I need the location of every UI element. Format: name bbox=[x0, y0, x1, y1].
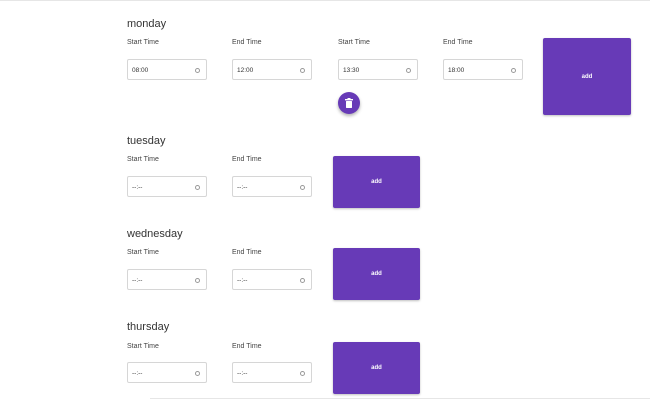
clock-icon[interactable] bbox=[511, 68, 516, 73]
clock-icon[interactable] bbox=[300, 68, 305, 73]
end-time-label: End Time bbox=[443, 39, 473, 46]
start-time-input[interactable]: 08:00 bbox=[127, 59, 207, 80]
day-thursday: thursday Start Time --:-- End Time --:--… bbox=[127, 321, 647, 399]
clock-icon[interactable] bbox=[300, 278, 305, 283]
end-time-input[interactable]: --:-- bbox=[232, 362, 312, 383]
time-value: 18:00 bbox=[448, 67, 465, 74]
time-value: --:-- bbox=[237, 277, 248, 284]
day-wednesday: wednesday Start Time --:-- End Time --:-… bbox=[127, 228, 647, 308]
time-value: --:-- bbox=[237, 370, 248, 377]
clock-icon[interactable] bbox=[195, 371, 200, 376]
delete-slot-button[interactable] bbox=[338, 92, 360, 114]
time-value: 12:00 bbox=[237, 67, 254, 74]
add-button[interactable]: add bbox=[333, 248, 420, 300]
add-button[interactable]: add bbox=[333, 342, 420, 394]
day-title: monday bbox=[127, 18, 167, 30]
start-time-label: Start Time bbox=[338, 39, 370, 46]
start-time-label: Start Time bbox=[127, 343, 159, 350]
clock-icon[interactable] bbox=[195, 185, 200, 190]
start-time-input[interactable]: --:-- bbox=[127, 362, 207, 383]
time-value: 08:00 bbox=[132, 67, 149, 74]
time-value: --:-- bbox=[132, 370, 143, 377]
day-title: wednesday bbox=[127, 228, 183, 240]
day-monday: monday Start Time 08:00 End Time 12:00 S… bbox=[127, 18, 647, 128]
start-time-label: Start Time bbox=[127, 249, 159, 256]
end-time-label: End Time bbox=[232, 343, 262, 350]
clock-icon[interactable] bbox=[300, 371, 305, 376]
top-divider bbox=[0, 0, 650, 1]
clock-icon[interactable] bbox=[300, 185, 305, 190]
start-time-input[interactable]: 13:30 bbox=[338, 59, 418, 80]
end-time-input[interactable]: 18:00 bbox=[443, 59, 523, 80]
end-time-input[interactable]: 12:00 bbox=[232, 59, 312, 80]
day-tuesday: tuesday Start Time --:-- End Time --:-- … bbox=[127, 135, 647, 215]
start-time-label: Start Time bbox=[127, 156, 159, 163]
bottom-divider bbox=[150, 398, 650, 399]
time-value: --:-- bbox=[237, 184, 248, 191]
start-time-input[interactable]: --:-- bbox=[127, 176, 207, 197]
time-value: --:-- bbox=[132, 184, 143, 191]
trash-icon bbox=[345, 98, 353, 108]
add-button[interactable]: add bbox=[333, 156, 420, 208]
end-time-label: End Time bbox=[232, 156, 262, 163]
end-time-input[interactable]: --:-- bbox=[232, 269, 312, 290]
end-time-label: End Time bbox=[232, 39, 262, 46]
start-time-input[interactable]: --:-- bbox=[127, 269, 207, 290]
day-title: tuesday bbox=[127, 135, 166, 147]
end-time-label: End Time bbox=[232, 249, 262, 256]
start-time-label: Start Time bbox=[127, 39, 159, 46]
clock-icon[interactable] bbox=[406, 68, 411, 73]
add-button[interactable]: add bbox=[543, 38, 631, 115]
clock-icon[interactable] bbox=[195, 278, 200, 283]
day-title: thursday bbox=[127, 321, 170, 333]
time-value: --:-- bbox=[132, 277, 143, 284]
time-value: 13:30 bbox=[343, 67, 360, 74]
clock-icon[interactable] bbox=[195, 68, 200, 73]
end-time-input[interactable]: --:-- bbox=[232, 176, 312, 197]
